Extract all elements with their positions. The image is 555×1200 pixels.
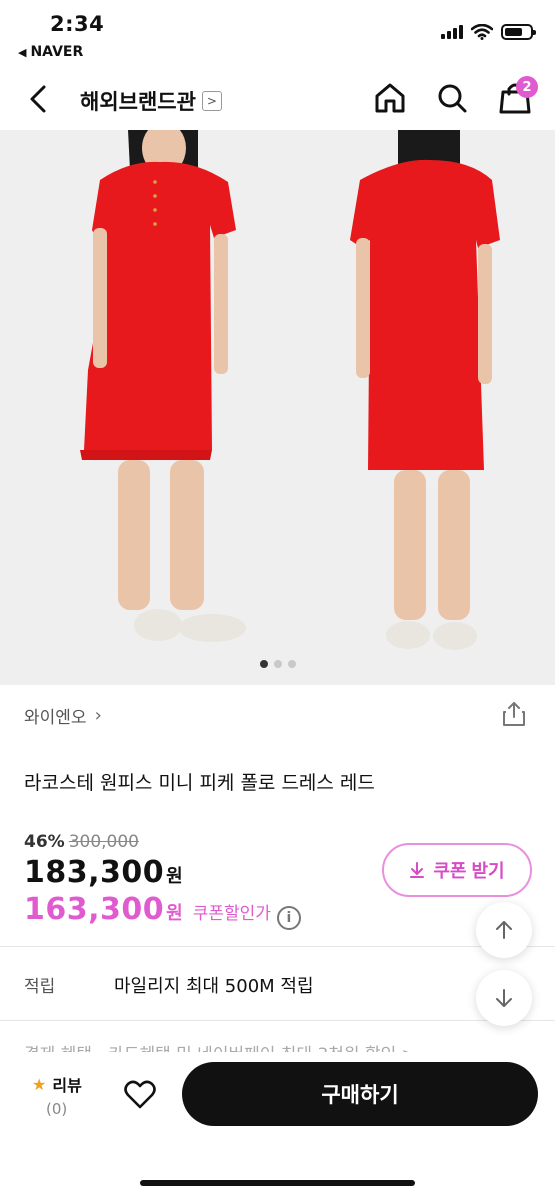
get-coupon-button[interactable]: 쿠폰 받기: [382, 843, 532, 897]
seller-name: 와이엔오: [24, 708, 87, 728]
original-price: 300,000: [68, 832, 140, 852]
sale-price: 183,300: [24, 855, 165, 890]
sale-price-row: 183,300 원: [24, 855, 183, 890]
divider: [0, 1020, 555, 1021]
top-header: 해외브랜드관 >: [0, 68, 555, 130]
star-icon: ★: [32, 1074, 47, 1094]
coupon-price: 163,300: [24, 892, 165, 927]
gallery-pagination: [0, 660, 555, 668]
header-title-text: 해외브랜드관: [80, 90, 196, 114]
front-view-model: [80, 130, 246, 642]
status-time: 2:34: [50, 12, 105, 36]
brand-hall-title[interactable]: 해외브랜드관 >: [80, 86, 222, 116]
search-icon[interactable]: [434, 80, 470, 116]
review-button[interactable]: ★ 리뷰: [32, 1072, 82, 1096]
download-arrow-icon: [410, 862, 425, 878]
product-photo: [80, 130, 500, 650]
back-to-app-link[interactable]: ◀ NAVER: [18, 44, 83, 60]
cellular-signal-icon: [441, 25, 463, 39]
chevron-right-icon: ›: [94, 705, 102, 726]
payment-benefit-row[interactable]: 결제 혜택 · 카드혜택 및 네이버페이 최대 3천원 할인 >: [24, 1040, 416, 1052]
buy-button[interactable]: 구매하기: [182, 1062, 538, 1126]
points-value: 마일리지 최대 500M 적립: [114, 976, 314, 997]
coupon-price-label: 쿠폰할인가: [192, 904, 271, 924]
coupon-button-label: 쿠폰 받기: [433, 861, 505, 881]
home-indicator: [140, 1180, 415, 1186]
cart-count-badge: 2: [516, 76, 538, 98]
back-app-label: NAVER: [30, 44, 84, 60]
heart-icon[interactable]: [122, 1076, 158, 1112]
back-triangle-icon: ◀: [18, 45, 27, 59]
back-arrow-icon[interactable]: [22, 82, 56, 116]
seller-link[interactable]: 와이엔오 ›: [24, 703, 102, 728]
discount-row: 46% 300,000: [24, 832, 139, 852]
review-count: (0): [46, 1100, 68, 1118]
scroll-down-button[interactable]: [476, 970, 532, 1026]
wifi-icon: [471, 24, 493, 40]
scroll-up-button[interactable]: [476, 902, 532, 958]
product-title: 라코스테 원피스 미니 피케 폴로 드레스 레드: [24, 772, 375, 794]
back-view-model: [350, 130, 500, 650]
share-icon[interactable]: [500, 700, 528, 728]
product-image-gallery[interactable]: [0, 130, 555, 685]
home-icon[interactable]: [372, 80, 408, 116]
currency-unit: 원: [166, 866, 183, 887]
gallery-dot[interactable]: [287, 660, 296, 668]
points-label: 적립: [24, 977, 56, 997]
arrow-up-icon: [496, 921, 512, 939]
bottom-action-bar: ★ 리뷰 (0) 구매하기: [0, 1052, 555, 1200]
review-label: 리뷰: [52, 1076, 82, 1095]
gallery-dot[interactable]: [259, 660, 268, 668]
arrow-down-icon: [496, 989, 512, 1007]
status-icons: [441, 24, 536, 40]
info-icon[interactable]: i: [276, 906, 301, 930]
battery-icon: [501, 24, 536, 40]
currency-unit: 원: [166, 903, 183, 924]
chevron-right-icon: >: [201, 91, 222, 111]
coupon-price-row: 163,300 원 쿠폰할인가 i: [24, 892, 301, 930]
status-bar: 2:34 ◀ NAVER: [0, 0, 555, 68]
divider: [0, 946, 555, 947]
gallery-dot[interactable]: [273, 660, 282, 668]
discount-percent: 46%: [24, 832, 65, 852]
